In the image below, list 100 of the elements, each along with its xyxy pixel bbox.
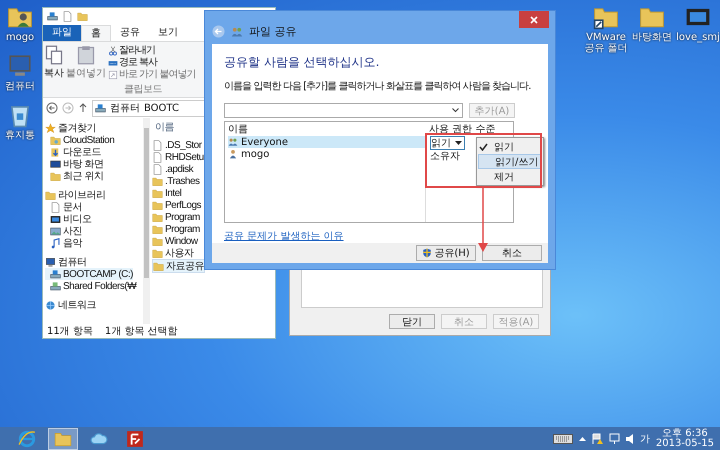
computer-icon xyxy=(45,256,56,268)
file-item[interactable]: Program xyxy=(152,223,200,235)
nav-item[interactable]: 음악 xyxy=(45,237,82,249)
ribbon-button[interactable]: 복사 xyxy=(44,45,64,80)
file-item[interactable]: 사용자 xyxy=(152,247,194,259)
dialog-button[interactable]: 공유(H) xyxy=(416,245,476,261)
file-item[interactable]: .apdisk xyxy=(152,163,194,175)
desktop-icon[interactable]: love_smj xyxy=(676,4,720,54)
monitor-icon xyxy=(50,158,61,170)
up-arrow-icon[interactable] xyxy=(78,102,88,114)
users-icon xyxy=(231,26,243,38)
folder-icon xyxy=(77,11,88,22)
folder-icon xyxy=(152,188,163,198)
ribbon-tab[interactable]: 파일 xyxy=(43,25,81,41)
folder-icon xyxy=(152,212,163,222)
nav-item[interactable]: 라이브러리 xyxy=(45,189,106,201)
ribbon-tab[interactable]: 보기 xyxy=(149,25,187,41)
folder-icon xyxy=(152,200,163,210)
instruction-text: 이름을 입력한 다음 [추가]를 클릭하거나 화살표를 클릭하여 사람을 찾습니다. xyxy=(224,81,532,93)
nav-item[interactable]: BOOTCAMP (C:) xyxy=(45,268,133,280)
network-drive-icon xyxy=(50,280,61,292)
menu-item[interactable]: 읽기 xyxy=(478,139,542,154)
permission-dropdown[interactable]: 읽기 xyxy=(430,136,465,150)
nav-item[interactable]: 문서 xyxy=(45,201,82,213)
nav-item[interactable]: 즐겨찾기 xyxy=(45,122,96,134)
file-item[interactable]: Program xyxy=(152,211,200,223)
help-link[interactable]: 공유 문제가 발생하는 이유 xyxy=(224,229,344,243)
chevron-up-icon[interactable] xyxy=(578,436,586,441)
desktop-icon[interactable]: VMware 공유 폴더 xyxy=(584,4,628,54)
document-icon xyxy=(62,11,73,22)
file-item[interactable]: RHDSetu xyxy=(152,151,204,163)
permission-text: 소유자 xyxy=(430,150,461,162)
clock[interactable]: 오후 6:36 2013-05-15 xyxy=(656,428,714,448)
dialog-button[interactable]: 닫기 xyxy=(389,314,435,329)
desktop-icon[interactable]: 바탕화면 xyxy=(630,4,674,54)
nav-item[interactable]: 컴퓨터 xyxy=(45,256,86,268)
document-icon xyxy=(50,202,61,212)
scissors-icon xyxy=(108,46,118,56)
folder-icon xyxy=(152,224,163,234)
input-indicator[interactable]: 가 xyxy=(640,432,650,446)
status-text: 11개 항목 xyxy=(47,325,93,338)
shortcut-icon xyxy=(108,70,118,80)
file-item[interactable]: .DS_Stor xyxy=(152,139,202,151)
film-icon xyxy=(50,214,61,224)
folder-icon xyxy=(152,176,163,186)
scrollbar[interactable] xyxy=(143,118,150,324)
menu-item[interactable]: 읽기/쓰기 xyxy=(478,154,542,169)
nav-item[interactable]: 사진 xyxy=(45,225,82,237)
shield-icon xyxy=(422,248,432,258)
file-item[interactable]: Intel xyxy=(152,187,182,199)
ribbon-button[interactable]: 잘라내기 xyxy=(108,45,196,56)
chevron-down-icon[interactable] xyxy=(452,108,459,113)
computer-icon xyxy=(7,53,33,79)
check-icon xyxy=(478,142,488,150)
clipboard-icon xyxy=(76,45,96,65)
caret-icon xyxy=(455,140,462,146)
close-icon xyxy=(530,16,538,24)
ftp-icon xyxy=(126,430,144,448)
folder-icon xyxy=(152,236,163,246)
speaker-icon[interactable] xyxy=(626,434,634,444)
column-header[interactable]: 이름 xyxy=(225,122,425,136)
back-icon[interactable] xyxy=(46,102,58,114)
nav-item[interactable]: CloudStation xyxy=(45,134,114,146)
breadcrumb[interactable]: 컴퓨터 xyxy=(110,101,140,115)
picture-icon xyxy=(50,226,61,236)
flag-warning-icon[interactable] xyxy=(592,433,603,444)
desktop-icon[interactable]: mogo xyxy=(0,4,40,43)
dialog-title: 파일 공유 xyxy=(249,24,296,39)
ribbon-tab[interactable]: 홈 xyxy=(81,25,111,41)
taskbar-button[interactable] xyxy=(48,428,78,450)
close-button[interactable] xyxy=(519,11,549,28)
file-item[interactable]: 자료공유 xyxy=(152,259,205,273)
file-item[interactable]: Window xyxy=(152,235,198,247)
group-label: 클립보드 xyxy=(124,83,162,96)
nav-item[interactable]: 최근 위치 xyxy=(45,170,104,182)
ribbon-button[interactable]: 경로 복사 xyxy=(108,57,196,68)
nav-item[interactable]: 바탕 화면 xyxy=(45,158,104,170)
nav-item[interactable]: Shared Folders(₩ xyxy=(45,280,136,292)
user-row[interactable]: mogo xyxy=(228,148,425,160)
dialog-button[interactable]: 취소 xyxy=(482,245,542,261)
name-combo-field[interactable] xyxy=(224,103,463,118)
dialog-heading: 공유할 사람을 선택하십시오. xyxy=(224,54,380,71)
network-icon xyxy=(45,300,56,310)
file-item[interactable]: .Trashes xyxy=(152,175,200,187)
breadcrumb[interactable]: BOOTC xyxy=(144,102,179,114)
nav-item[interactable]: 네트워크 xyxy=(45,299,96,311)
folder-icon xyxy=(50,134,61,146)
file-icon xyxy=(152,152,163,162)
download-icon xyxy=(50,146,61,158)
user-icon xyxy=(228,149,238,159)
keyboard-icon[interactable] xyxy=(552,434,573,444)
ribbon-tab[interactable]: 공유 xyxy=(111,25,149,41)
desktop-icon[interactable]: 컴퓨터 xyxy=(0,53,40,92)
network-icon[interactable] xyxy=(608,433,620,444)
user-row[interactable]: Everyone xyxy=(228,136,425,148)
nav-item[interactable]: 비디오 xyxy=(45,213,92,225)
star-icon xyxy=(45,122,56,134)
desktop-icon[interactable]: 휴지통 xyxy=(0,102,40,141)
nav-item[interactable]: 다운로드 xyxy=(45,146,101,158)
file-item[interactable]: PerfLogs xyxy=(152,199,202,211)
